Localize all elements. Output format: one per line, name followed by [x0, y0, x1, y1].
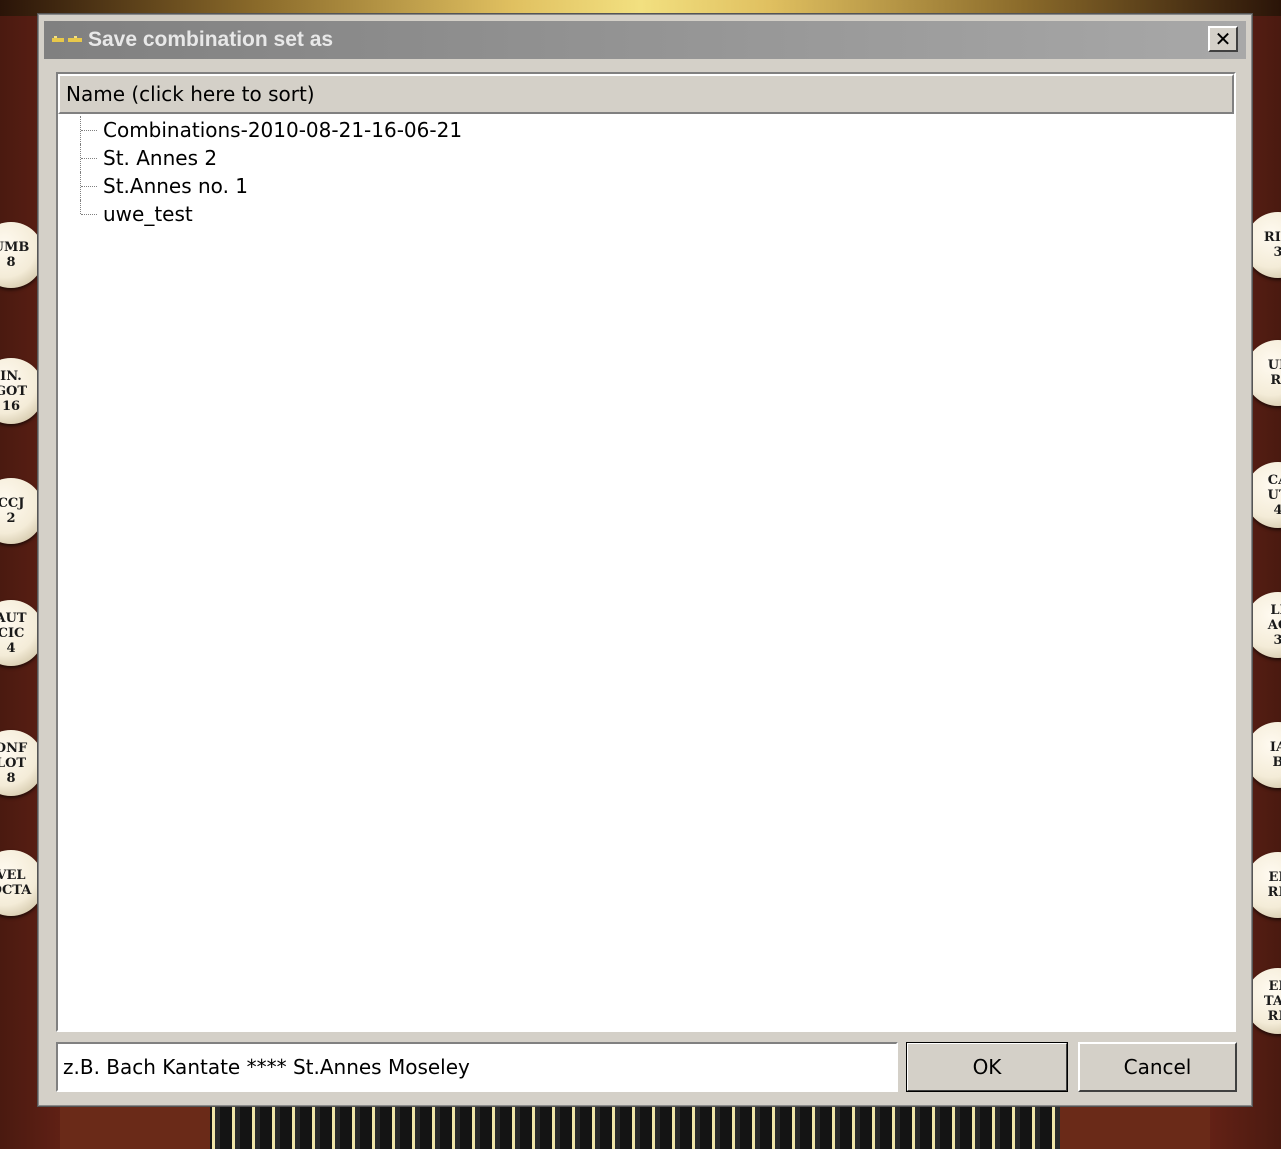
cancel-button[interactable]: Cancel [1078, 1042, 1237, 1092]
tree-connector [80, 200, 99, 215]
tree-item-label: St. Annes 2 [103, 146, 218, 170]
tree-item[interactable]: uwe_test [58, 200, 1234, 228]
tree-connector [80, 172, 99, 200]
close-icon: ✕ [1214, 27, 1232, 51]
tree-item[interactable]: St.Annes no. 1 [58, 172, 1234, 200]
column-header-name[interactable]: Name (click here to sort) [58, 74, 1234, 114]
tree-item-label: St.Annes no. 1 [103, 174, 249, 198]
app-icon [52, 33, 82, 47]
tree-connector [80, 116, 99, 144]
tree-item[interactable]: Combinations-2010-08-21-16-06-21 [58, 116, 1234, 144]
tree-connector [80, 144, 99, 172]
name-input[interactable] [56, 1042, 898, 1092]
ok-button[interactable]: OK [906, 1042, 1068, 1092]
organ-keyboard [60, 1102, 1200, 1149]
combination-tree: Combinations-2010-08-21-16-06-21 St. Anne… [58, 116, 1234, 228]
close-button[interactable]: ✕ [1208, 26, 1238, 52]
keyboard-cheek-right [1060, 1102, 1210, 1149]
dialog-title: Save combination set as [88, 28, 334, 51]
save-combination-dialog: Save combination set as ✕ Name (click he… [38, 14, 1252, 1106]
tree-item-label: uwe_test [103, 202, 193, 226]
dialog-titlebar[interactable]: Save combination set as ✕ [44, 21, 1246, 59]
combination-list[interactable]: Name (click here to sort) Combinations-2… [56, 72, 1236, 1032]
tree-item[interactable]: St. Annes 2 [58, 144, 1234, 172]
tree-item-label: Combinations-2010-08-21-16-06-21 [103, 118, 463, 142]
keyboard-cheek-left [60, 1102, 210, 1149]
